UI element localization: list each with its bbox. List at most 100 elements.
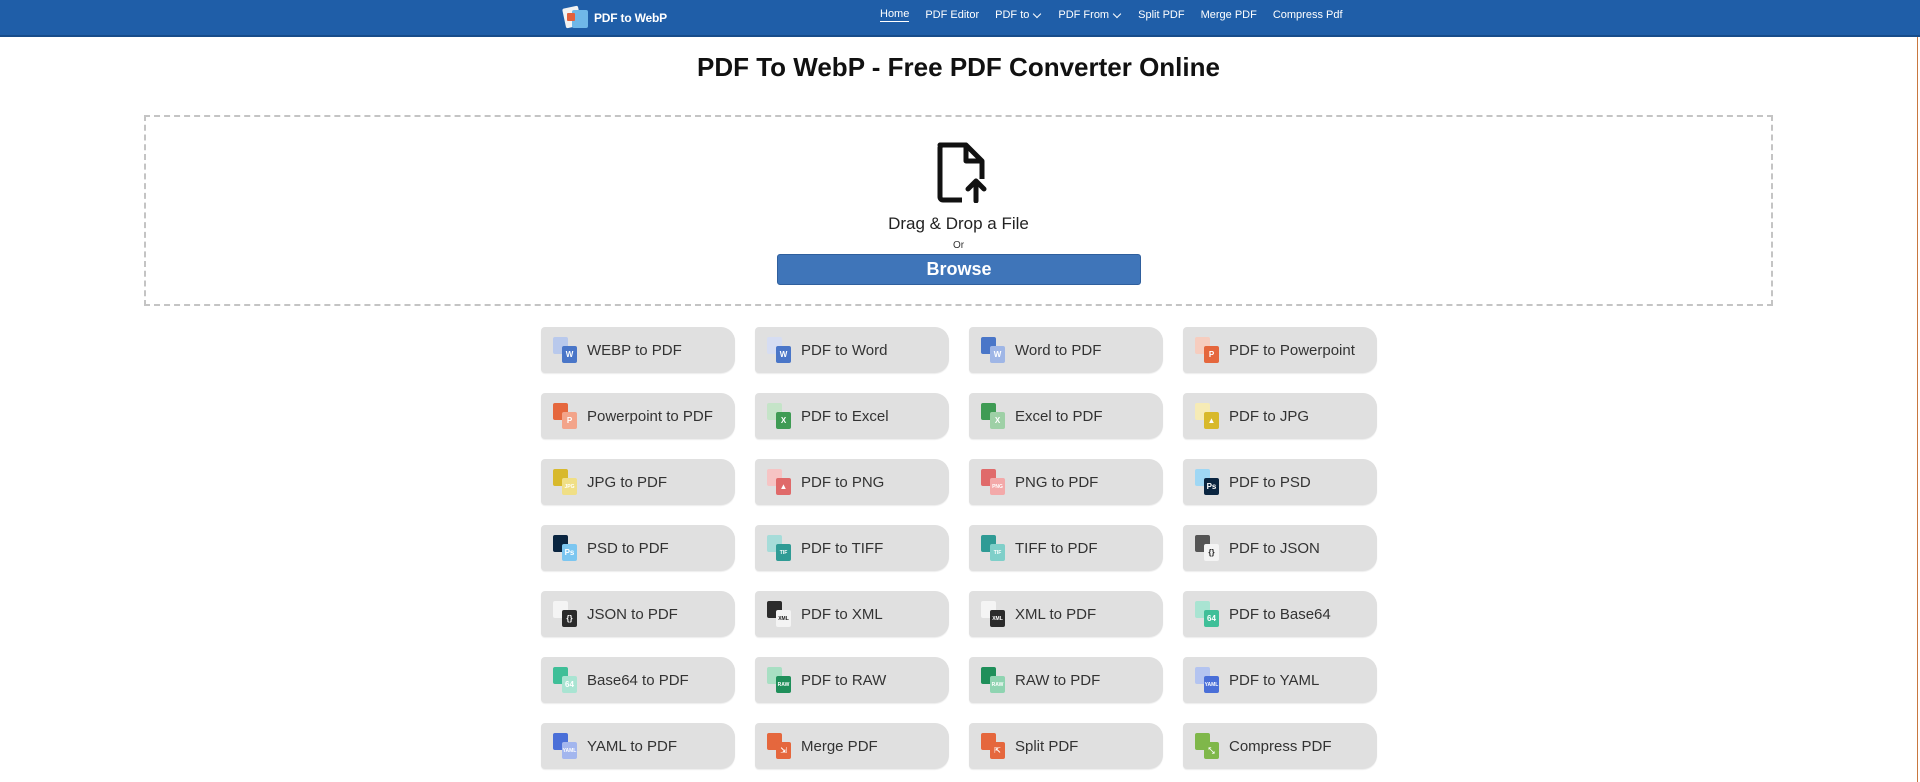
split-icon: ⇱ [981,733,1005,759]
tool-tile-webp-to-pdf[interactable]: W WEBP to PDF [541,327,735,373]
tool-tile-xml-to-pdf[interactable]: XML XML to PDF [969,591,1163,637]
or-separator: Or [952,240,965,251]
tool-label: PDF to JPG [1229,407,1310,425]
tool-tile-pdf-to-word[interactable]: W PDF to Word [755,327,949,373]
tool-label: Compress PDF [1229,737,1332,755]
yaml-icon: YAML [1195,667,1219,693]
photoshop-icon: Ps [1195,469,1219,495]
nav-item-label: PDF Editor [925,9,980,21]
tool-tile-pdf-to-jpg[interactable]: ▲ PDF to JPG [1183,393,1377,439]
tool-tile-jpg-to-pdf[interactable]: JPG JPG to PDF [541,459,735,505]
drop-instruction: Drag & Drop a File [888,214,1029,233]
nav-item-merge-pdf[interactable]: Merge PDF [1201,9,1257,21]
tool-tile-pdf-to-excel[interactable]: X PDF to Excel [755,393,949,439]
tool-tile-powerpoint-to-pdf[interactable]: P Powerpoint to PDF [541,393,735,439]
logo-icon [562,5,590,31]
tool-label: JPG to PDF [587,473,668,491]
site-logo[interactable]: PDF to WebP [562,3,667,33]
tool-tile-pdf-to-xml[interactable]: XML PDF to XML [755,591,949,637]
top-navbar: PDF to WebP Home PDF Editor PDF to PDF From… [0,0,1920,37]
nav-item-label: Split PDF [1138,9,1185,21]
base64-icon: 64 [1195,601,1219,627]
jpg-image-icon: ▲ [1195,403,1219,429]
tool-label: Powerpoint to PDF [587,407,713,425]
tool-label: PDF to RAW [801,671,887,689]
json-icon: {} [553,601,577,627]
jpg-image-icon: JPG [553,469,577,495]
tool-label: PDF to Excel [801,407,889,425]
compress-icon: ⤡ [1195,733,1219,759]
tool-tile-base64-to-pdf[interactable]: 64 Base64 to PDF [541,657,735,703]
merge-icon: ⇲ [767,733,791,759]
browse-button[interactable]: Browse [777,254,1141,285]
tool-tile-merge-pdf[interactable]: ⇲ Merge PDF [755,723,949,769]
tool-tile-pdf-to-json[interactable]: {} PDF to JSON [1183,525,1377,571]
chevron-down-icon [1033,9,1042,18]
powerpoint-icon: P [1195,337,1219,363]
file-upload-icon [937,142,988,203]
tool-tile-pdf-to-raw[interactable]: RAW PDF to RAW [755,657,949,703]
xml-icon: XML [767,601,791,627]
excel-icon: X [981,403,1005,429]
tool-label: Excel to PDF [1015,407,1103,425]
tool-grid: W WEBP to PDF W PDF to Word W Word to PDF P PDF… [541,327,1377,769]
tiff-icon: TIF [767,535,791,561]
tool-tile-excel-to-pdf[interactable]: X Excel to PDF [969,393,1163,439]
tool-tile-tiff-to-pdf[interactable]: TIF TIFF to PDF [969,525,1163,571]
json-icon: {} [1195,535,1219,561]
nav-item-label: PDF to [995,9,1030,21]
tool-tile-pdf-to-tiff[interactable]: TIF PDF to TIFF [755,525,949,571]
tool-tile-json-to-pdf[interactable]: {} JSON to PDF [541,591,735,637]
scrollbar-edge [1917,37,1918,782]
tool-label: PDF to XML [801,605,883,623]
tool-label: PNG to PDF [1015,473,1099,491]
word-doc-icon: W [767,337,791,363]
tool-tile-png-to-pdf[interactable]: PNG PNG to PDF [969,459,1163,505]
tool-label: TIFF to PDF [1015,539,1098,557]
tool-label: WEBP to PDF [587,341,682,359]
nav-item-pdf-editor[interactable]: PDF Editor [925,9,979,21]
tool-label: PDF to YAML [1229,671,1320,689]
nav-item-home[interactable]: Home [880,8,910,22]
tool-tile-split-pdf[interactable]: ⇱ Split PDF [969,723,1163,769]
nav-item-pdf-from[interactable]: PDF From [1058,9,1122,21]
logo-text: PDF to WebP [594,11,667,25]
tool-tile-pdf-to-psd[interactable]: Ps PDF to PSD [1183,459,1377,505]
powerpoint-icon: P [553,403,577,429]
tool-label: PDF to Word [801,341,888,359]
nav-item-pdf-to[interactable]: PDF to [995,9,1042,21]
tool-tile-compress-pdf[interactable]: ⤡ Compress PDF [1183,723,1377,769]
word-doc-icon: W [553,337,577,363]
tool-tile-pdf-to-png[interactable]: ▲ PDF to PNG [755,459,949,505]
nav-item-split-pdf[interactable]: Split PDF [1138,9,1184,21]
word-doc-icon: W [981,337,1005,363]
tool-label: Word to PDF [1015,341,1102,359]
yaml-icon: YAML [553,733,577,759]
tool-label: JSON to PDF [587,605,678,623]
tool-label: XML to PDF [1015,605,1097,623]
tool-label: PSD to PDF [587,539,669,557]
tiff-icon: TIF [981,535,1005,561]
tool-label: PDF to JSON [1229,539,1320,557]
tool-tile-word-to-pdf[interactable]: W Word to PDF [969,327,1163,373]
tool-tile-yaml-to-pdf[interactable]: YAML YAML to PDF [541,723,735,769]
tool-tile-pdf-to-yaml[interactable]: YAML PDF to YAML [1183,657,1377,703]
tool-tile-pdf-to-powerpoint[interactable]: P PDF to Powerpoint [1183,327,1377,373]
raw-icon: RAW [981,667,1005,693]
nav-item-label: Home [880,8,910,20]
png-image-icon: ▲ [767,469,791,495]
tool-label: YAML to PDF [587,737,678,755]
file-drop-zone[interactable]: Drag & Drop a File Or Browse [144,115,1773,306]
chevron-down-icon [1112,9,1122,18]
tool-tile-psd-to-pdf[interactable]: Ps PSD to PDF [541,525,735,571]
nav-item-compress-pdf[interactable]: Compress Pdf [1273,9,1343,21]
base64-icon: 64 [553,667,577,693]
tool-label: PDF to Base64 [1229,605,1331,623]
main-nav: Home PDF Editor PDF to PDF From Split PDF Mer… [880,0,1359,30]
raw-icon: RAW [767,667,791,693]
tool-label: Merge PDF [801,737,878,755]
tool-tile-raw-to-pdf[interactable]: RAW RAW to PDF [969,657,1163,703]
tool-tile-pdf-to-base64[interactable]: 64 PDF to Base64 [1183,591,1377,637]
tool-label: Split PDF [1015,737,1079,755]
tool-label: RAW to PDF [1015,671,1101,689]
